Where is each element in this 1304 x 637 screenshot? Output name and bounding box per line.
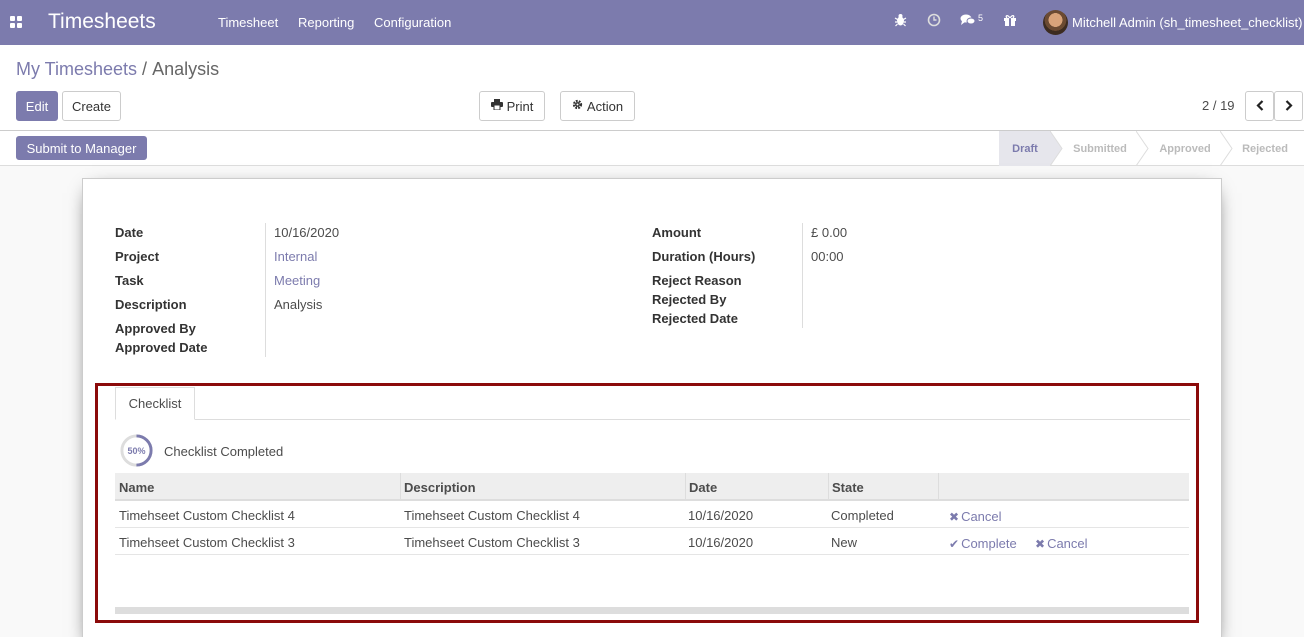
gift-icon[interactable] <box>1003 13 1017 30</box>
breadcrumb-my-timesheets[interactable]: My Timesheets <box>16 59 137 79</box>
breadcrumb-separator: / <box>142 59 148 79</box>
stage-draft[interactable]: Draft <box>999 131 1051 166</box>
label-date: Date <box>115 225 144 240</box>
label-rejected-by: Rejected By <box>652 292 727 307</box>
value-project-link[interactable]: Internal <box>274 249 317 264</box>
action-label: Action <box>586 98 624 114</box>
apps-menu-icon[interactable] <box>10 16 22 28</box>
field-divider <box>265 223 266 357</box>
clock-icon[interactable] <box>927 13 941 30</box>
stage-arrow <box>1050 131 1063 166</box>
stage-rejected[interactable]: Rejected <box>1234 131 1296 166</box>
label-project: Project <box>115 249 160 264</box>
label-reject-reason: Reject Reason <box>652 273 742 288</box>
label-approved-date: Approved Date <box>115 340 208 355</box>
stage-submitted[interactable]: Submitted <box>1064 131 1136 166</box>
user-avatar[interactable] <box>1043 10 1068 35</box>
stage-arrow <box>1220 131 1233 166</box>
print-icon <box>490 99 503 113</box>
stage-arrow <box>1136 131 1149 166</box>
submit-to-manager-button[interactable]: Submit to Manager <box>16 136 147 160</box>
label-amount: Amount <box>652 225 702 240</box>
label-duration: Duration (Hours) <box>652 249 756 264</box>
statusbar: Submit to Manager Draft Submitted Approv… <box>0 131 1304 166</box>
label-task: Task <box>115 273 144 288</box>
gear-icon <box>572 99 583 113</box>
highlight-box <box>95 383 1199 623</box>
messages-icon[interactable] <box>960 13 976 30</box>
create-button[interactable]: Create <box>62 91 121 121</box>
value-date: 10/16/2020 <box>274 225 340 240</box>
menu-configuration[interactable]: Configuration <box>374 15 451 30</box>
top-navbar: Timesheets Timesheet Reporting Configura… <box>0 0 1304 45</box>
user-menu[interactable]: Mitchell Admin (sh_timesheet_checklist) <box>1072 15 1302 30</box>
label-description: Description <box>115 297 187 312</box>
print-button[interactable]: Print <box>479 91 545 121</box>
value-description: Analysis <box>274 297 323 312</box>
field-divider <box>802 223 803 328</box>
bug-icon[interactable] <box>894 13 907 30</box>
breadcrumb: My Timesheets / Analysis <box>16 59 219 80</box>
value-duration: 00:00 <box>811 249 844 264</box>
value-amount: £ 0.00 <box>811 225 848 240</box>
control-panel: My Timesheets / Analysis Edit Create Print… <box>0 45 1304 131</box>
breadcrumb-current: Analysis <box>152 59 220 79</box>
label-rejected-date: Rejected Date <box>652 311 738 326</box>
chevron-left-icon <box>1255 99 1264 114</box>
action-button[interactable]: Action <box>560 91 635 121</box>
menu-reporting[interactable]: Reporting <box>298 15 354 30</box>
edit-button[interactable]: Edit <box>16 91 58 121</box>
label-approved-by: Approved By <box>115 321 196 336</box>
value-task-link[interactable]: Meeting <box>274 273 320 288</box>
pager-value[interactable]: 2 / 19 <box>1202 98 1235 113</box>
stage-approved[interactable]: Approved <box>1150 131 1220 166</box>
messages-count-badge: 5 <box>978 13 984 23</box>
chevron-right-icon <box>1285 99 1293 114</box>
pager-previous-button[interactable] <box>1245 91 1274 121</box>
app-brand[interactable]: Timesheets <box>48 10 156 34</box>
menu-timesheet[interactable]: Timesheet <box>218 15 278 30</box>
print-label: Print <box>506 98 534 114</box>
pager-next-button[interactable] <box>1274 91 1303 121</box>
